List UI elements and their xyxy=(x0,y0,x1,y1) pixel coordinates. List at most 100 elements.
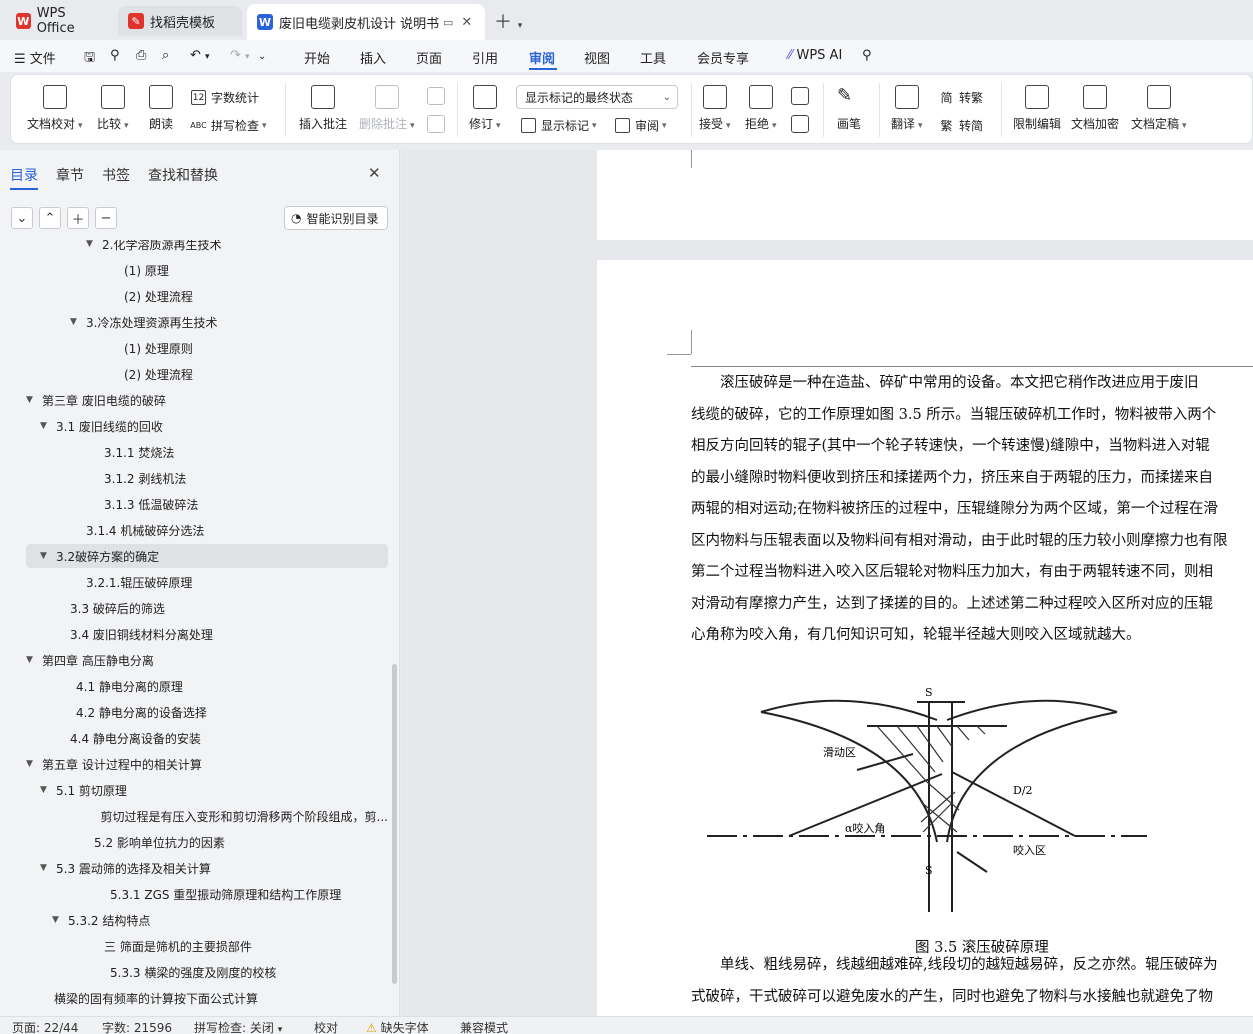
undo-icon[interactable]: ↶ ▾ xyxy=(190,48,210,63)
save-icon[interactable]: 🖫 xyxy=(84,48,95,70)
toc-item[interactable]: 4.2 静电分离的设备选择 xyxy=(26,700,388,724)
toc-item[interactable]: ▼ 5.3 震动筛的选择及相关计算 xyxy=(26,856,388,880)
toc-item[interactable]: (2) 处理流程 xyxy=(26,284,388,308)
toc-item[interactable]: 4.4 静电分离设备的安装 xyxy=(26,726,388,750)
toc-item[interactable]: 3.2.1.辊压破碎原理 xyxy=(26,570,388,594)
compare-button[interactable]: 比较 ▾ xyxy=(97,85,129,132)
new-tab-button[interactable]: ＋ ▾ xyxy=(494,8,522,34)
pen-button[interactable]: ✎ 画笔 xyxy=(837,85,861,132)
share-icon[interactable]: ⚲ xyxy=(110,48,120,63)
prev-comment-button[interactable] xyxy=(427,87,445,111)
toc-item[interactable]: 4.1 静电分离的原理 xyxy=(26,674,388,698)
toc-item[interactable]: 3.4 废旧铜线材料分离处理 xyxy=(26,622,388,646)
toc-item[interactable]: ▼ 3.2破碎方案的确定 xyxy=(26,544,388,568)
expand-triangle-icon[interactable]: ▼ xyxy=(40,785,52,795)
expand-triangle-icon[interactable]: ▼ xyxy=(40,863,52,873)
redo-icon[interactable]: ↷ ▾ xyxy=(230,48,250,63)
show-markup-button[interactable]: 显示标记 ▾ xyxy=(521,117,597,134)
expand-triangle-icon[interactable]: ▼ xyxy=(26,759,38,769)
toc-item[interactable]: ▼ 3.冷冻处理资源再生技术 xyxy=(26,310,388,334)
expand-triangle-icon[interactable]: ▼ xyxy=(86,240,98,249)
expand-triangle-icon[interactable]: ▼ xyxy=(40,551,52,561)
toc-item[interactable]: 横梁的固有频率的计算按下面公式计算 xyxy=(26,986,388,1010)
menu-reference[interactable]: 引用 xyxy=(472,48,498,67)
to-traditional-button[interactable]: 简转繁 xyxy=(939,89,983,106)
toc-item[interactable]: ▼ 第四章 高压静电分离 xyxy=(26,648,388,672)
expand-up-button[interactable]: ⌃ xyxy=(39,207,61,229)
menu-insert[interactable]: 插入 xyxy=(360,48,386,67)
menu-review[interactable]: 审阅 xyxy=(529,48,555,67)
accept-button[interactable]: 接受 ▾ xyxy=(699,85,731,132)
menu-start[interactable]: 开始 xyxy=(304,48,330,67)
toc-item[interactable]: 剪切过程是有压入变形和剪切滑移两个阶段组成，剪... xyxy=(26,804,388,828)
expand-triangle-icon[interactable]: ▼ xyxy=(26,655,38,665)
print-preview-icon[interactable]: ⌕ xyxy=(162,48,169,63)
toc-item[interactable]: ▼ 2.化学溶质源再生技术 xyxy=(26,240,388,256)
more-icon[interactable]: ⌄ xyxy=(258,48,266,63)
toc-item[interactable]: ▼ 5.3.2 结构特点 xyxy=(26,908,388,932)
toc-item[interactable]: 3.1.2 剥线机法 xyxy=(26,466,388,490)
toc-item[interactable]: ▼ 3.1 废旧线缆的回收 xyxy=(26,414,388,438)
proof-status[interactable]: 校对 xyxy=(314,1019,338,1034)
expand-triangle-icon[interactable]: ▼ xyxy=(26,395,38,405)
body-paragraph-2[interactable]: 单线、粗线易碎，线越细越难碎,线段切的越短越易碎，反之亦然。辊压破碎为 式破碎，干… xyxy=(691,950,1253,1013)
toc-item[interactable]: 3.3 破碎后的筛选 xyxy=(26,596,388,620)
toc-item[interactable]: 3.1.3 低温破碎法 xyxy=(26,492,388,516)
read-aloud-button[interactable]: 朗读 xyxy=(149,85,173,132)
toc-item[interactable]: (1) 原理 xyxy=(26,258,388,282)
document-page[interactable]: 滚压破碎是一种在造盐、碎矿中常用的设备。本文把它稍作改进应用于废旧 线缆的破碎，它… xyxy=(597,260,1253,1016)
toc-item[interactable]: 3.1.4 机械破碎分选法 xyxy=(26,518,388,542)
encrypt-button[interactable]: 文档加密 xyxy=(1071,85,1119,132)
toc-item[interactable]: ▼ 第五章 设计过程中的相关计算 xyxy=(26,752,388,776)
monitor-icon[interactable]: ▭ xyxy=(443,16,453,29)
expand-triangle-icon[interactable]: ▼ xyxy=(40,421,52,431)
translate-button[interactable]: 翻译 ▾ xyxy=(891,85,923,132)
toc-item[interactable]: 5.3.1 ZGS 重型振动筛原理和结构工作原理 xyxy=(26,882,388,906)
menu-page[interactable]: 页面 xyxy=(416,48,442,67)
to-simplified-button[interactable]: 繁转简 xyxy=(939,117,983,134)
toc-item[interactable]: ▼ 5.1 剪切原理 xyxy=(26,778,388,802)
toc-item[interactable]: 5.2 影响单位抗力的因素 xyxy=(26,830,388,854)
tab-find-replace[interactable]: 查找和替换 xyxy=(148,165,218,185)
menu-member[interactable]: 会员专享 xyxy=(697,48,749,67)
smart-toc-button[interactable]: ◔ 智能识别目录 xyxy=(284,206,388,230)
toc-item[interactable]: 3.1.1 焚烧法 xyxy=(26,440,388,464)
tab-bookmarks[interactable]: 书签 xyxy=(102,165,130,185)
next-comment-button[interactable] xyxy=(427,115,445,139)
finalize-button[interactable]: 文档定稿 ▾ xyxy=(1131,85,1187,132)
print-icon[interactable]: ⎙ xyxy=(136,48,146,63)
wps-ai-button[interactable]: ⁄⁄ WPS AI xyxy=(788,48,842,63)
add-heading-button[interactable]: ＋ xyxy=(67,207,89,229)
markup-state-select[interactable]: 显示标记的最终状态 ⌄ xyxy=(516,85,678,109)
tab-chapters[interactable]: 章节 xyxy=(56,165,84,185)
page-indicator[interactable]: 页面: 22/44 xyxy=(12,1019,78,1034)
insert-comment-button[interactable]: 插入批注 xyxy=(299,85,347,132)
expand-triangle-icon[interactable]: ▼ xyxy=(52,915,64,925)
spell-check-status[interactable]: 拼写检查: 关闭 ▾ xyxy=(194,1019,282,1034)
expand-triangle-icon[interactable]: ▼ xyxy=(70,317,82,327)
next-revision-button[interactable] xyxy=(791,115,809,139)
tab-toc[interactable]: 目录 xyxy=(10,165,38,185)
file-menu[interactable]: ☰ 文件 xyxy=(14,48,56,67)
toc-item[interactable]: ▼ 第三章 废旧电缆的破碎 xyxy=(26,388,388,412)
review-pane-button[interactable]: 审阅 ▾ xyxy=(615,117,667,134)
tab-document[interactable]: W 废旧电缆剥皮机设计 说明书（ ▭ ✕ xyxy=(247,4,485,40)
doc-proof-button[interactable]: 文档校对 ▾ xyxy=(27,85,83,132)
toc-item[interactable]: 5.3.3 横梁的强度及刚度的校核 xyxy=(26,960,388,984)
tab-wps-office[interactable]: W WPS Office xyxy=(6,6,112,36)
remove-heading-button[interactable]: − xyxy=(95,207,117,229)
menu-view[interactable]: 视图 xyxy=(584,48,610,67)
word-count-button[interactable]: 12 字数统计 xyxy=(191,89,259,106)
prev-revision-button[interactable] xyxy=(791,87,809,111)
reject-button[interactable]: 拒绝 ▾ xyxy=(745,85,777,132)
search-icon[interactable]: ⚲ xyxy=(862,48,872,63)
tab-template[interactable]: ✎ 找稻壳模板 xyxy=(118,6,242,36)
revise-button[interactable]: 修订 ▾ xyxy=(469,85,501,132)
toc-item[interactable]: (1) 处理原则 xyxy=(26,336,388,360)
spell-check-button[interactable]: ABC 拼写检查 ▾ xyxy=(190,117,266,134)
word-count-indicator[interactable]: 字数: 21596 xyxy=(102,1019,172,1034)
toc-item[interactable]: 三 筛面是筛机的主要损部件 xyxy=(26,934,388,958)
missing-font-status[interactable]: ⚠ 缺失字体 xyxy=(366,1019,429,1034)
delete-comment-button[interactable]: 删除批注 ▾ xyxy=(359,85,415,132)
close-tab-icon[interactable]: ✕ xyxy=(461,15,472,30)
